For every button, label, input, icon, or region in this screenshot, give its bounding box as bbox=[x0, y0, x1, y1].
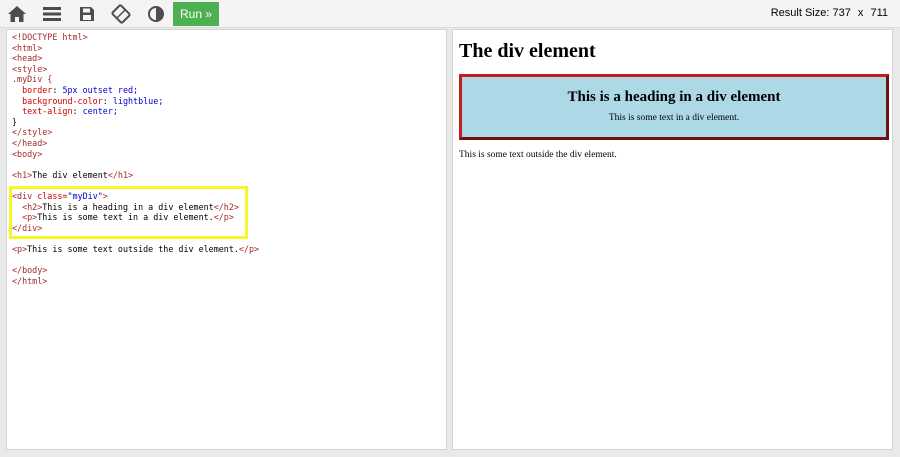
home-icon[interactable] bbox=[6, 4, 28, 24]
mydiv-heading: This is a heading in a div element bbox=[567, 89, 781, 105]
code-line[interactable]: <body> bbox=[12, 149, 259, 160]
result-size-label: Result Size: bbox=[770, 7, 830, 19]
code-line[interactable] bbox=[12, 254, 259, 265]
result-panel: The div element This is a heading in a d… bbox=[452, 29, 893, 450]
rotate-icon[interactable] bbox=[110, 4, 132, 24]
code-line[interactable]: } bbox=[12, 117, 259, 128]
outside-text: This is some text outside the div elemen… bbox=[459, 150, 617, 160]
result-height: 711 bbox=[870, 7, 888, 19]
code-line[interactable]: <p>This is some text outside the div ele… bbox=[12, 244, 259, 255]
mydiv-box: This is a heading in a div element This … bbox=[459, 74, 889, 140]
code-content[interactable]: <!DOCTYPE html> <html> <head> <style> .myDiv… bbox=[12, 32, 259, 286]
code-line[interactable]: <h1>The div element</h1> bbox=[12, 170, 259, 181]
tryit-editor-app: Run » Result Size: 737 x 711 <!DOCTYPE h… bbox=[0, 0, 900, 457]
code-line[interactable]: </head> bbox=[12, 138, 259, 149]
code-line[interactable]: </body> bbox=[12, 265, 259, 276]
toolbar: Run » Result Size: 737 x 711 bbox=[0, 0, 900, 28]
result-width: 737 bbox=[832, 7, 851, 19]
result-size-separator: x bbox=[857, 7, 864, 19]
code-line[interactable]: <style> bbox=[12, 64, 259, 75]
result-heading: The div element bbox=[459, 40, 596, 62]
code-line[interactable] bbox=[12, 159, 259, 170]
div-code-highlight bbox=[9, 186, 248, 239]
mydiv-text: This is some text in a div element. bbox=[608, 113, 740, 123]
code-line[interactable]: </style> bbox=[12, 127, 259, 138]
run-button[interactable]: Run » bbox=[173, 2, 219, 26]
menu-icon[interactable] bbox=[41, 4, 63, 24]
code-line[interactable]: <!DOCTYPE html> bbox=[12, 32, 259, 43]
code-line[interactable]: text-align: center; bbox=[12, 106, 259, 117]
code-line[interactable]: <head> bbox=[12, 53, 259, 64]
code-line[interactable]: border: 5px outset red; bbox=[12, 85, 259, 96]
save-icon[interactable] bbox=[76, 4, 98, 24]
code-editor[interactable]: <!DOCTYPE html> <html> <head> <style> .myDiv… bbox=[6, 29, 447, 450]
code-line[interactable]: .myDiv { bbox=[12, 74, 259, 85]
contrast-icon[interactable] bbox=[145, 4, 167, 24]
code-line[interactable]: <html> bbox=[12, 43, 259, 54]
code-line[interactable]: background-color: lightblue; bbox=[12, 96, 259, 107]
code-line[interactable]: </html> bbox=[12, 276, 259, 287]
result-size-readout: Result Size: 737 x 711 bbox=[771, 7, 888, 19]
